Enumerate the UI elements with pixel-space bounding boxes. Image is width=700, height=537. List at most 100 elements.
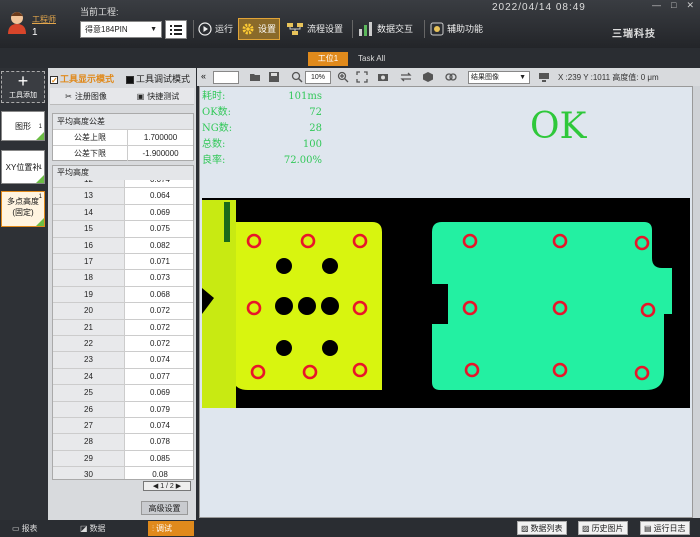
result-view-select[interactable]: 结果图像 ▼ [468, 71, 530, 84]
row-value: 0.074 [149, 355, 171, 365]
register-image-button[interactable]: ✂ 注册图像 [50, 88, 122, 104]
maximize-icon[interactable]: □ [671, 0, 676, 14]
pager[interactable]: ◀ 1 / 2 ▶ [143, 481, 191, 491]
table-row[interactable]: 25 0.069 [53, 385, 193, 402]
table-row[interactable]: 27 0.074 [53, 418, 193, 435]
table-row[interactable]: 16 0.082 [53, 237, 193, 254]
debug-label: 调试 [156, 524, 172, 533]
row-value: 0.064 [149, 191, 171, 201]
table-row[interactable]: 13 0.064 [53, 188, 193, 205]
table-row[interactable]: 20 0.072 [53, 303, 193, 320]
row-index: 18 [53, 270, 125, 286]
report-button[interactable]: ▭ 报表 [12, 521, 38, 536]
project-list-button[interactable] [165, 20, 187, 39]
report-label: 报表 [21, 524, 38, 533]
link-icon[interactable] [445, 71, 457, 83]
vertical-scrollbar[interactable] [693, 86, 700, 518]
report-icon: ▭ [12, 524, 20, 533]
table-row[interactable]: 22 0.072 [53, 336, 193, 353]
quick-test-button[interactable]: ▣ 快捷测试 [122, 88, 194, 104]
row-value: 0.074 [149, 421, 171, 430]
row-index: 13 [53, 188, 125, 204]
run-button[interactable]: 运行 [198, 18, 233, 40]
tab-task-all[interactable]: Task All [358, 54, 385, 63]
run-log-button[interactable]: ▤ 运行日志 [640, 521, 690, 535]
table-row[interactable]: 公差下限 -1.900000 [53, 145, 193, 161]
auxiliary-button[interactable]: 辅助功能 [430, 18, 483, 40]
settings-button[interactable]: 设置 [238, 18, 280, 40]
data-list-button[interactable]: ▨ 数据列表 [517, 521, 567, 535]
tab-station-1[interactable]: 工位1 [308, 52, 348, 66]
data-button[interactable]: ◪ 数据 [80, 521, 106, 536]
view-select[interactable] [213, 71, 239, 84]
table-row[interactable]: 23 0.074 [53, 352, 193, 369]
table-row[interactable]: 15 0.075 [53, 221, 193, 238]
row-index: 24 [53, 368, 125, 385]
tools-icon [430, 22, 444, 36]
coordinate-readout: X :239 Y :1011 高度值: 0 μm [558, 73, 659, 82]
tool-card-multi-height[interactable]: 1 多点高度(固定) [1, 191, 45, 227]
save-icon[interactable] [268, 71, 280, 83]
row-value: 0.078 [149, 437, 171, 447]
tool-card-xy-correction[interactable]: 1 XY位置补正 [1, 150, 45, 206]
fit-icon[interactable] [356, 71, 368, 83]
plus-icon: + [17, 71, 29, 91]
table-row[interactable]: 21 0.072 [53, 319, 193, 336]
swap-icon[interactable] [400, 71, 412, 83]
avg-height-title: 平均高度 [53, 166, 193, 180]
zoom-input[interactable]: 10% [305, 71, 331, 84]
row-index: 30 [53, 467, 125, 479]
table-row[interactable]: 公差上限 1.700000 [53, 129, 193, 145]
row-value: 0.08 [152, 470, 168, 480]
table-row[interactable]: 29 0.085 [53, 450, 193, 468]
minimize-icon[interactable]: — [652, 0, 661, 14]
avg-height-table: 平均高度 120.07413 0.064 140.069150.075160.082… [52, 165, 194, 480]
run-label: 运行 [215, 24, 234, 34]
history-images-button[interactable]: ▨ 历史图片 [578, 521, 628, 535]
flow-settings-button[interactable]: 流程设置 [286, 18, 343, 40]
debug-button[interactable]: ⫶ 调试 [148, 521, 194, 536]
table-row[interactable]: 26 0.079 [53, 401, 193, 418]
tolerance-value[interactable]: -1.900000 [128, 146, 193, 161]
table-row[interactable]: 28 0.078 [53, 434, 193, 451]
monitor-icon[interactable] [538, 71, 550, 83]
avg-height-rows[interactable]: 120.074130.064140.069150.075160.082170.0… [53, 180, 193, 480]
user-area[interactable]: 工程师 1 [0, 0, 60, 48]
advanced-settings-button[interactable]: 高级设置 [141, 501, 188, 515]
row-value: 0.074 [125, 180, 193, 187]
stat-row: NG数: 28 [202, 121, 322, 137]
data-exchange-button[interactable]: 数据交互 [358, 18, 413, 40]
tolerance-value[interactable]: 1.700000 [128, 130, 193, 145]
project-select[interactable]: 得意184PIN ▼ [80, 21, 162, 38]
collapse-icon[interactable]: « [201, 71, 206, 81]
tool-add-button[interactable]: + 工具添加 [1, 71, 45, 103]
cube-icon[interactable] [422, 71, 434, 83]
row-index: 22 [53, 336, 125, 352]
table-row[interactable]: 24 0.077 [53, 368, 193, 386]
table-row[interactable]: 30 0.08 [53, 467, 193, 480]
table-row[interactable]: 18 0.073 [53, 270, 193, 287]
open-folder-icon[interactable] [249, 71, 261, 83]
mode-display-checkbox[interactable]: ✓ 工具显示模式 [50, 72, 114, 85]
table-row[interactable]: 14 0.069 [53, 204, 193, 222]
row-index: 20 [53, 303, 125, 319]
camera-icon[interactable] [377, 71, 389, 83]
gear-icon [242, 23, 254, 35]
zoom-icon[interactable] [291, 71, 303, 83]
mode-debug-checkbox[interactable]: 工具调试模式 [126, 72, 190, 85]
table-row[interactable]: 19 0.068 [53, 286, 193, 304]
stats-overlay: 耗时: 101ms OK数: 72 NG数: 28 总数: 100 良率: 72.00% [202, 89, 322, 169]
row-index: 17 [53, 254, 125, 270]
row-value: 0.072 [149, 322, 171, 332]
row-value: 0.069 [149, 388, 171, 398]
checkbox-icon [126, 75, 134, 84]
user-role[interactable]: 工程师 [32, 14, 56, 25]
zoom-in-icon[interactable] [337, 71, 349, 83]
close-icon[interactable]: ✕ [686, 0, 694, 14]
row-value: 0.079 [149, 404, 171, 414]
bar-chart-icon [359, 22, 372, 36]
play-icon [198, 22, 212, 36]
table-row[interactable]: 17 0.071 [53, 254, 193, 271]
tool-card-shape[interactable]: 1 图形 [1, 111, 45, 141]
table-row[interactable]: 120.074 [53, 180, 193, 189]
